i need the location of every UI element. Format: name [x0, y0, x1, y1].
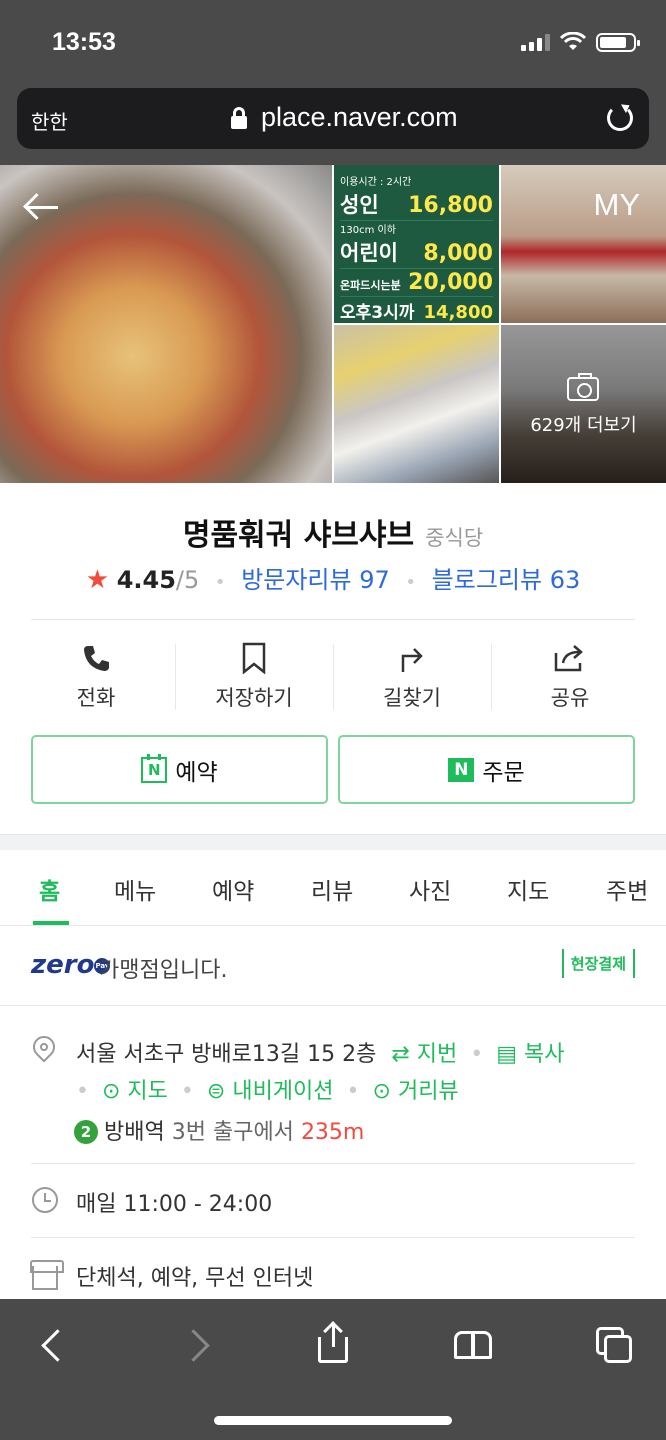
- bookmark-icon: [242, 642, 266, 674]
- station-exit: 3번 출구에서: [171, 1120, 294, 1145]
- rating-score: 4.45: [116, 566, 176, 594]
- wifi-icon: [560, 32, 586, 50]
- photo-storefront[interactable]: [501, 165, 666, 323]
- photo-buffet[interactable]: [334, 325, 499, 483]
- share-sheet-icon[interactable]: [314, 1321, 354, 1365]
- rating-row: ★ 4.45/5 • 방문자리뷰 97 • 블로그리뷰 63: [85, 565, 581, 595]
- tab-nearby[interactable]: 주변: [606, 872, 648, 906]
- lock-icon: [231, 107, 247, 129]
- onsite-payment-badge: 현장결제: [561, 949, 635, 978]
- zeropay-row: zeroPay 가맹점입니다. 현장결제: [0, 926, 666, 1006]
- subway-line: 2 방배역 3번 출구에서 235m: [74, 1114, 365, 1146]
- blog-reviews-link[interactable]: 블로그리뷰 63: [432, 566, 581, 594]
- status-time: 13:53: [52, 28, 116, 56]
- action-bar: 전화 저장하기 길찾기 공유: [17, 640, 649, 720]
- address-text: 서울 서초구 방배로13길 15 2층: [76, 1042, 377, 1067]
- reload-icon[interactable]: [607, 105, 633, 131]
- section-gap: [0, 834, 666, 850]
- battery-icon: [596, 32, 640, 52]
- tab-review[interactable]: 리뷰: [311, 872, 353, 906]
- reader-aa-button[interactable]: 한한: [31, 106, 68, 135]
- tab-map[interactable]: 지도: [507, 872, 549, 906]
- rating-max: /5: [175, 566, 200, 594]
- calendar-n-icon: N: [141, 753, 168, 783]
- station-name: 방배역: [104, 1120, 165, 1145]
- cellular-signal-icon: [521, 33, 550, 51]
- tab-menu[interactable]: 메뉴: [114, 872, 156, 906]
- my-button[interactable]: MY: [594, 187, 641, 223]
- status-bar: 13:53: [0, 24, 666, 64]
- booking-buttons: N 예약 N 주문: [31, 735, 635, 804]
- streetview-icon: ⊙: [372, 1079, 391, 1104]
- save-button[interactable]: 저장하기: [175, 640, 333, 720]
- photo-more-tile[interactable]: 629개 더보기: [501, 325, 666, 483]
- navigation-link[interactable]: ⊜ 내비게이션: [207, 1079, 334, 1104]
- business-hours[interactable]: 매일 11:00 - 24:00: [76, 1186, 272, 1218]
- safari-toolbar: [0, 1299, 666, 1440]
- more-photos-label: 629개 더보기: [530, 415, 637, 436]
- status-icons: [521, 32, 640, 52]
- home-indicator: [214, 1416, 452, 1425]
- address-bar[interactable]: 한한 place.naver.com: [17, 88, 649, 149]
- directions-icon: [401, 648, 423, 672]
- car-icon: ⊜: [206, 1079, 226, 1104]
- naver-n-icon: N: [448, 757, 475, 782]
- star-icon: ★: [85, 565, 110, 595]
- active-tab-indicator: [33, 921, 69, 925]
- subway-line-badge: 2: [74, 1120, 98, 1144]
- tab-photo[interactable]: 사진: [409, 872, 451, 906]
- order-button[interactable]: N 주문: [338, 735, 635, 804]
- browser-top-chrome: 13:53 한한 place.naver.com: [0, 0, 666, 165]
- place-name: 명품훠궈 샤브샤브: [182, 518, 415, 553]
- copy-button[interactable]: ▤ 복사: [496, 1042, 564, 1067]
- streetview-link[interactable]: ⊙ 거리뷰: [373, 1079, 459, 1104]
- map-pin-icon: ⊙: [101, 1079, 121, 1104]
- camera-icon: [567, 373, 599, 401]
- location-pin-icon: [28, 1031, 60, 1064]
- visitor-reviews-link[interactable]: 방문자리뷰 97: [241, 566, 390, 594]
- divider: [31, 619, 635, 620]
- bookmarks-icon[interactable]: [454, 1325, 494, 1365]
- tab-home[interactable]: 홈: [39, 872, 60, 906]
- share-icon: [554, 645, 583, 672]
- phone-icon: [84, 646, 109, 671]
- tab-bar: 홈 메뉴 예약 리뷰 사진 지도 주변: [0, 850, 666, 926]
- address-line: 서울 서초구 방배로13길 15 2층 ⇄ 지번 • ▤ 복사: [76, 1042, 565, 1067]
- back-arrow-icon[interactable]: [24, 193, 60, 221]
- tab-reservation[interactable]: 예약: [212, 872, 254, 906]
- tabs-icon[interactable]: [596, 1325, 636, 1365]
- place-title: 명품훠궈 샤브샤브 중식당: [0, 510, 666, 554]
- directions-button[interactable]: 길찾기: [333, 640, 491, 720]
- share-button[interactable]: 공유: [491, 640, 649, 720]
- place-category: 중식당: [425, 526, 484, 550]
- reserve-button[interactable]: N 예약: [31, 735, 328, 804]
- url-text[interactable]: place.naver.com: [261, 102, 458, 133]
- photo-price-board[interactable]: 이용시간 : 2시간 성인 16,800 130cm 이하 어린이 8,000 온파…: [334, 165, 499, 323]
- store-icon: [30, 1260, 64, 1290]
- address-links: • ⊙ 지도 • ⊜ 내비게이션 • ⊙ 거리뷰: [76, 1079, 459, 1104]
- forward-icon[interactable]: [178, 1325, 218, 1365]
- amenities-text: 단체석, 예약, 무선 인터넷: [76, 1266, 314, 1291]
- photo-gallery: 이용시간 : 2시간 성인 16,800 130cm 이하 어린이 8,000 온파…: [0, 165, 666, 483]
- clock-icon: [32, 1187, 58, 1213]
- zeropay-text: 가맹점입니다.: [99, 958, 228, 983]
- station-distance: 235m: [300, 1120, 365, 1145]
- jibun-button[interactable]: ⇄ 지번: [391, 1042, 457, 1067]
- back-icon[interactable]: [34, 1325, 74, 1365]
- call-button[interactable]: 전화: [17, 640, 175, 720]
- map-link[interactable]: ⊙ 지도: [102, 1079, 168, 1104]
